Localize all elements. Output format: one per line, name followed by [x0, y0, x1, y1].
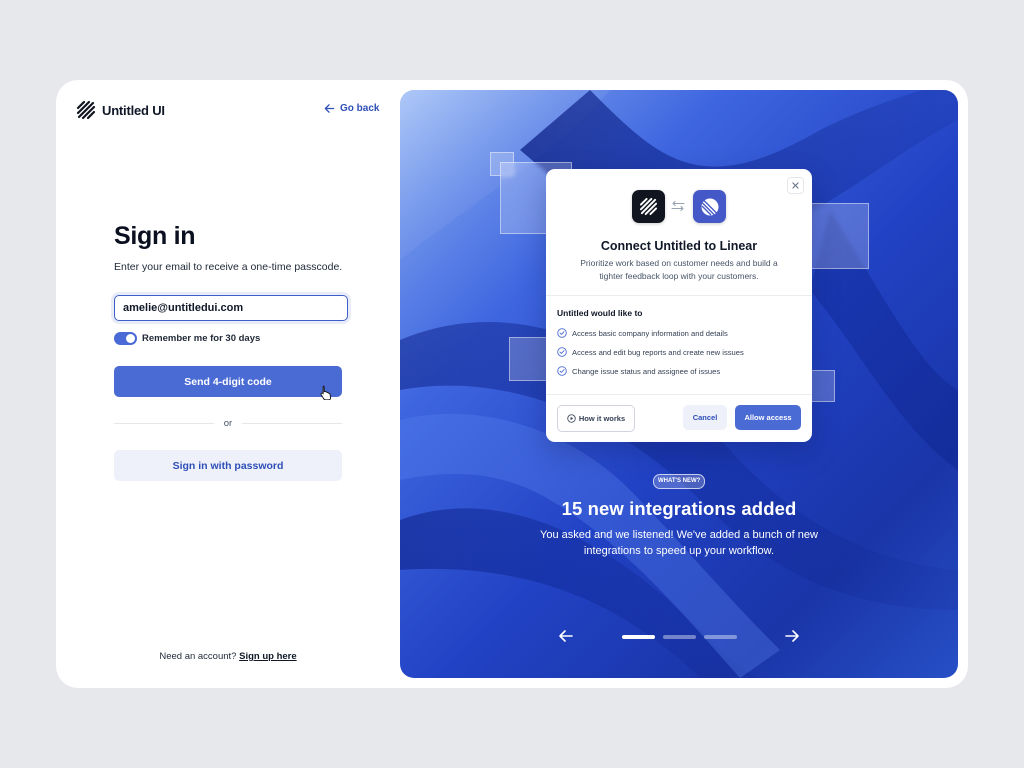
cancel-button[interactable]: Cancel: [683, 405, 727, 430]
remember-me-row: Remember me for 30 days: [114, 332, 260, 345]
remember-me-label: Remember me for 30 days: [142, 333, 261, 344]
permission-text: Change issue status and assignee of issu…: [572, 366, 721, 376]
email-field[interactable]: [114, 295, 348, 321]
carousel-dot-3[interactable]: [704, 635, 737, 639]
check-circle-icon: [557, 347, 567, 357]
linear-app-logo: [693, 190, 726, 223]
promo-title: 15 new integrations added: [561, 498, 797, 519]
allow-access-button[interactable]: Allow access: [735, 405, 801, 430]
signup-text: Need an account?: [159, 651, 237, 662]
whats-new-badge: WHAT'S NEW?: [653, 474, 706, 489]
dialog-separator: [546, 295, 812, 296]
permission-text: Access and edit bug reports and create n…: [572, 347, 744, 357]
dialog-description: Prioritize work based on customer needs …: [580, 258, 778, 281]
how-it-works-button[interactable]: How it works: [557, 405, 635, 432]
arrow-right-icon[interactable]: [784, 628, 800, 644]
check-circle-icon: [557, 328, 567, 338]
promo-body: You asked and we listened! We've added a…: [540, 529, 818, 557]
signup-link[interactable]: Sign up here: [239, 651, 297, 662]
brand-logo[interactable]: Untitled UI: [76, 100, 165, 120]
how-it-works-label: How it works: [578, 414, 626, 423]
logo-mark-icon: [639, 197, 658, 216]
dialog-title: Connect Untitled to Linear: [600, 239, 758, 253]
promo-panel: Connect Untitled to Linear Prioritize wo…: [400, 90, 958, 678]
logo-mark-icon: [76, 100, 96, 120]
glass-tile: [805, 203, 869, 269]
permission-item: Access and edit bug reports and create n…: [557, 347, 744, 357]
carousel-dot-1[interactable]: [622, 635, 655, 639]
permission-item: Change issue status and assignee of issu…: [557, 366, 720, 376]
divider-line-left: [114, 423, 214, 424]
integration-dialog: Connect Untitled to Linear Prioritize wo…: [546, 169, 812, 442]
page-title: Sign in: [114, 222, 196, 250]
linear-logo-icon: [701, 198, 718, 215]
arrow-left-icon: [324, 104, 335, 113]
carousel-dots: [622, 635, 737, 639]
go-back-label: Go back: [340, 103, 380, 114]
permissions-heading: Untitled would like to: [557, 308, 643, 318]
divider-line-right: [242, 423, 342, 424]
signup-prompt: Need an account? Sign up here: [56, 651, 400, 662]
check-circle-icon: [557, 366, 567, 376]
dialog-separator: [546, 394, 812, 395]
brand-name: Untitled UI: [102, 102, 165, 118]
go-back-link[interactable]: Go back: [324, 103, 379, 114]
remember-me-toggle[interactable]: [114, 332, 137, 345]
password-signin-button[interactable]: Sign in with password: [114, 450, 342, 481]
pointer-cursor-icon: [320, 385, 332, 400]
send-code-button[interactable]: Send 4-digit code: [114, 366, 342, 397]
permission-text: Access basic company information and det…: [572, 328, 728, 338]
divider-or: or: [223, 418, 233, 429]
arrow-left-icon[interactable]: [558, 628, 574, 644]
swap-arrows-icon: [671, 200, 685, 212]
close-icon: [792, 182, 799, 189]
page-subtitle: Enter your email to receive a one-time p…: [114, 261, 343, 273]
untitled-app-logo: [632, 190, 665, 223]
dialog-close-button[interactable]: [787, 177, 804, 194]
play-circle-icon: [567, 414, 576, 423]
permission-item: Access basic company information and det…: [557, 328, 728, 338]
signin-card: Untitled UI Go back Sign in Enter your e…: [56, 80, 968, 688]
carousel-dot-2[interactable]: [663, 635, 696, 639]
